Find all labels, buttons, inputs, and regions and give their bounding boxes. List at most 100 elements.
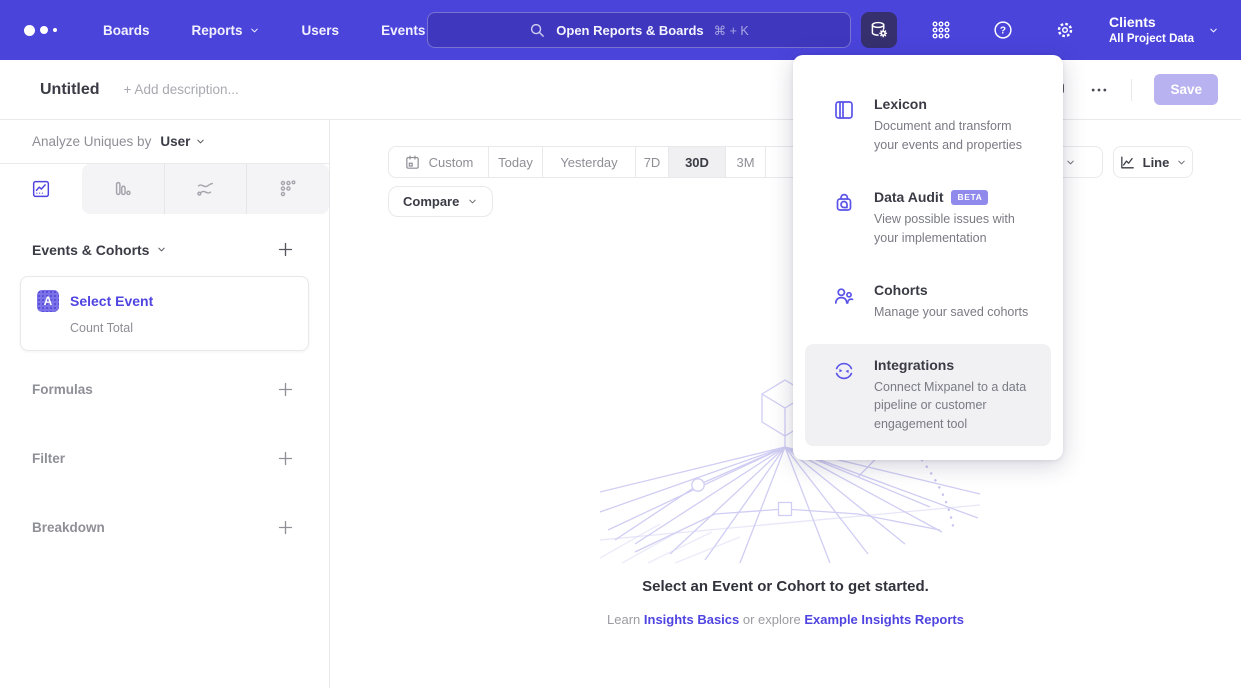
- add-formula-button[interactable]: [276, 380, 295, 399]
- query-sidebar: Analyze Uniques by User: [0, 120, 330, 688]
- gear-icon: [1054, 19, 1076, 41]
- primary-nav: Boards Reports Users Events: [82, 0, 446, 60]
- report-actions: Save: [1047, 74, 1218, 105]
- menu-item-title: Lexicon: [874, 96, 927, 112]
- events-cohorts-header: Events & Cohorts: [0, 240, 329, 259]
- menu-item-description: Manage your saved cohorts: [874, 303, 1028, 322]
- date-range-3m[interactable]: 3M: [725, 147, 765, 177]
- calendar-icon: [404, 154, 421, 171]
- plus-icon: [276, 449, 295, 468]
- settings-button[interactable]: [1047, 12, 1083, 48]
- date-range-7d[interactable]: 7D: [635, 147, 668, 177]
- formulas-label: Formulas: [32, 382, 93, 397]
- apps-grid-icon: [930, 19, 952, 41]
- chevron-down-icon: [156, 244, 167, 255]
- integrations-icon: [832, 357, 856, 434]
- flows-icon: [194, 178, 216, 200]
- events-cohorts-dropdown[interactable]: Events & Cohorts: [32, 242, 167, 258]
- chevron-down-icon: [195, 136, 206, 147]
- chart-type-tabs: [0, 163, 329, 214]
- help-icon: ?: [992, 19, 1014, 41]
- menu-item-description: View possible issues with your implement…: [874, 210, 1035, 247]
- menu-item-cohorts[interactable]: Cohorts Manage your saved cohorts: [805, 269, 1051, 335]
- top-navbar: Boards Reports Users Events Open Reports…: [0, 0, 1241, 60]
- main-content: Custom Today Yesterday 7D 30D 3M 6M Comp…: [330, 120, 1241, 688]
- project-name: Clients: [1109, 14, 1194, 32]
- tab-insights-line[interactable]: [0, 164, 82, 214]
- data-management-button[interactable]: [861, 12, 897, 48]
- line-chart-icon: [1119, 154, 1136, 171]
- bar-chart-icon: [112, 178, 134, 200]
- date-range-custom[interactable]: Custom: [389, 147, 488, 177]
- chevron-down-icon: [249, 25, 260, 36]
- filter-row: Filter: [0, 449, 329, 468]
- beta-badge: BETA: [951, 190, 988, 205]
- menu-item-lexicon[interactable]: Lexicon Document and transform your even…: [805, 83, 1051, 167]
- menu-item-data-audit[interactable]: Data Audit BETA View possible issues wit…: [805, 176, 1051, 260]
- breakdown-label: Breakdown: [32, 520, 105, 535]
- plus-icon: [276, 518, 295, 537]
- date-range-30d-selected[interactable]: 30D: [668, 147, 725, 177]
- event-aggregation-dropdown[interactable]: Count Total: [70, 321, 292, 335]
- search-input[interactable]: Open Reports & Boards ⌘ + K: [427, 12, 851, 48]
- menu-item-title: Cohorts: [874, 282, 928, 298]
- analyze-value-dropdown[interactable]: User: [160, 134, 206, 149]
- analyze-label: Analyze Uniques by: [32, 134, 151, 149]
- divider: [1131, 79, 1132, 101]
- report-title[interactable]: Untitled: [40, 81, 100, 99]
- filter-label: Filter: [32, 451, 65, 466]
- formulas-row: Formulas: [0, 380, 329, 399]
- compare-dropdown[interactable]: Compare: [388, 186, 493, 217]
- add-event-button[interactable]: [276, 240, 295, 259]
- project-switcher[interactable]: Clients All Project Data: [1109, 14, 1219, 46]
- report-description-placeholder[interactable]: + Add description...: [124, 82, 239, 97]
- more-options-icon[interactable]: [1089, 80, 1109, 100]
- chevron-down-icon: [467, 196, 478, 207]
- empty-state-subtitle: Learn Insights Basics or explore Example…: [330, 612, 1241, 627]
- event-series-badge: A: [37, 290, 59, 312]
- navbar-right-group: ? Clients All Project Data: [861, 0, 1241, 60]
- date-range-today[interactable]: Today: [488, 147, 542, 177]
- data-audit-icon: [832, 189, 856, 247]
- tab-metrics[interactable]: [246, 164, 329, 214]
- empty-state: Select an Event or Cohort to get started…: [330, 578, 1241, 627]
- mixpanel-logo[interactable]: [24, 25, 64, 36]
- metrics-dots-icon: [277, 178, 299, 200]
- database-gear-icon: [868, 19, 890, 41]
- project-scope: All Project Data: [1109, 32, 1194, 46]
- nav-item-users[interactable]: Users: [281, 0, 361, 60]
- tab-flows[interactable]: [164, 164, 247, 214]
- example-insights-reports-link[interactable]: Example Insights Reports: [804, 612, 964, 627]
- empty-state-title: Select an Event or Cohort to get started…: [330, 578, 1241, 595]
- menu-item-integrations[interactable]: Integrations Connect Mixpanel to a data …: [805, 344, 1051, 447]
- chevron-down-icon: [1208, 25, 1219, 36]
- nav-item-boards[interactable]: Boards: [82, 0, 171, 60]
- cohorts-icon: [832, 282, 856, 322]
- help-button[interactable]: ?: [985, 12, 1021, 48]
- chart-style-dropdown[interactable]: Line: [1113, 146, 1193, 178]
- insights-chart-icon: [30, 178, 52, 200]
- add-filter-button[interactable]: [276, 449, 295, 468]
- search-icon: [529, 22, 546, 39]
- select-event-button[interactable]: Select Event: [70, 293, 153, 309]
- menu-item-description: Connect Mixpanel to a data pipeline or c…: [874, 378, 1035, 434]
- date-range-yesterday[interactable]: Yesterday: [542, 147, 635, 177]
- search-shortcut: ⌘ + K: [714, 23, 749, 38]
- insights-basics-link[interactable]: Insights Basics: [644, 612, 739, 627]
- save-button[interactable]: Save: [1154, 74, 1218, 105]
- data-management-menu: Lexicon Document and transform your even…: [793, 55, 1063, 460]
- chevron-down-icon: [1176, 157, 1187, 168]
- lexicon-icon: [832, 96, 856, 154]
- search-placeholder: Open Reports & Boards: [556, 23, 703, 38]
- analyze-row: Analyze Uniques by User: [0, 120, 329, 163]
- add-breakdown-button[interactable]: [276, 518, 295, 537]
- plus-icon: [276, 240, 295, 259]
- menu-item-title: Data Audit: [874, 189, 943, 205]
- tab-bar-chart[interactable]: [82, 164, 164, 214]
- menu-item-description: Document and transform your events and p…: [874, 117, 1035, 154]
- nav-item-reports[interactable]: Reports: [171, 0, 281, 60]
- svg-text:?: ?: [1000, 26, 1006, 37]
- event-card[interactable]: A Select Event Count Total: [20, 276, 309, 351]
- apps-grid-button[interactable]: [923, 12, 959, 48]
- menu-item-title: Integrations: [874, 357, 954, 373]
